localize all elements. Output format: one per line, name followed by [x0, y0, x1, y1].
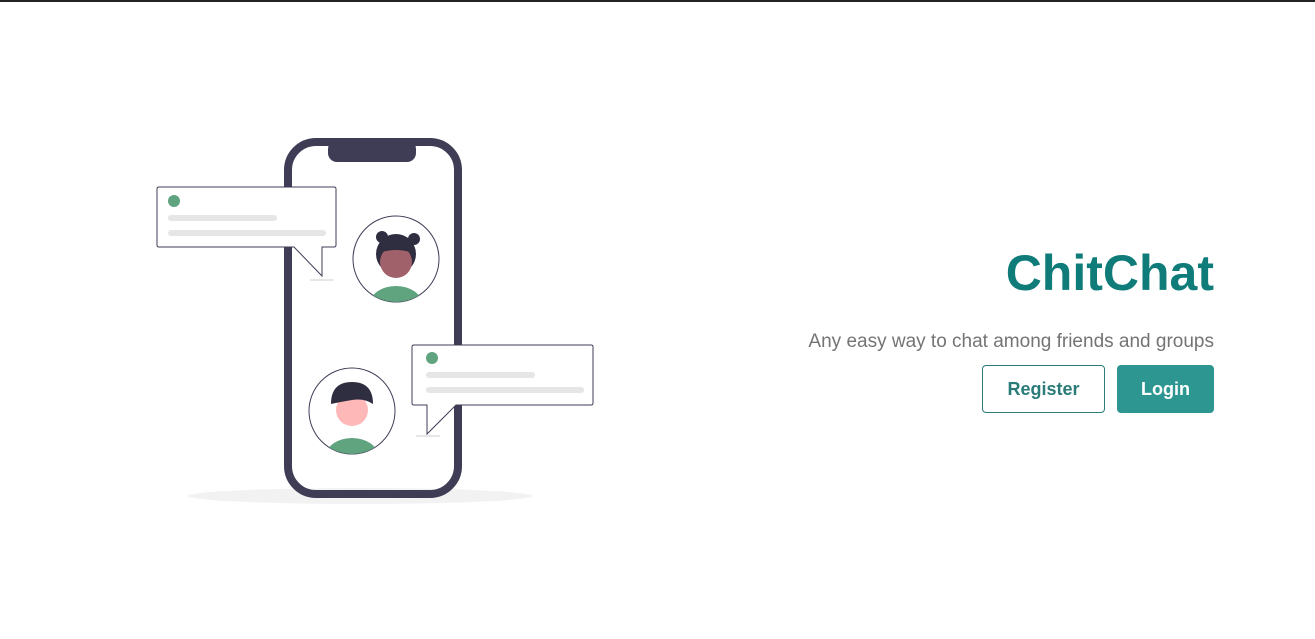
app-title: ChitChat [1005, 245, 1214, 301]
chat-illustration [150, 132, 610, 512]
chat-bubble-bottom [411, 344, 594, 437]
app-tagline: Any easy way to chat among friends and g… [808, 331, 1214, 352]
phone-chat-illustration [156, 138, 594, 504]
hero-section: ChitChat Any easy way to chat among frie… [654, 242, 1214, 413]
chat-bubble-top [156, 186, 337, 281]
register-button[interactable]: Register [982, 365, 1105, 413]
auth-actions: Register Login [654, 365, 1214, 413]
login-button[interactable]: Login [1117, 365, 1214, 413]
avatar-top [352, 215, 440, 303]
landing-page: ChitChat Any easy way to chat among frie… [0, 0, 1315, 639]
avatar-bottom [308, 367, 396, 455]
